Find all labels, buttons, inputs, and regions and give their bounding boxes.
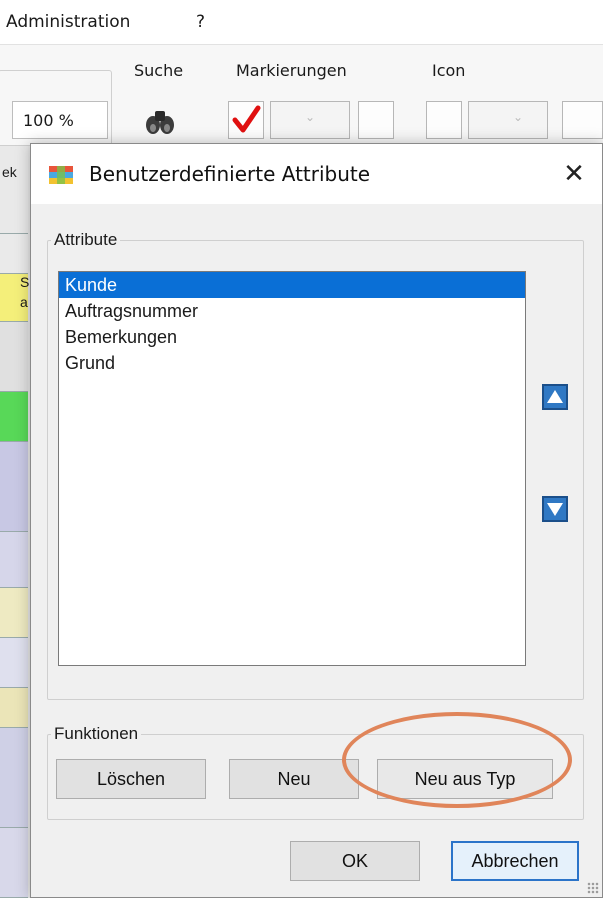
arrow-down-icon — [547, 503, 563, 516]
menu-help[interactable]: ? — [196, 12, 205, 32]
menu-bar: Administration ? — [0, 0, 603, 45]
functions-group-label: Funktionen — [51, 724, 142, 744]
close-icon[interactable]: ✕ — [554, 154, 594, 194]
chevron-down-icon: ⌄ — [513, 110, 524, 124]
cancel-button[interactable]: Abbrechen — [451, 841, 579, 881]
delete-button[interactable]: Löschen — [56, 759, 206, 799]
resize-grip-icon[interactable] — [587, 882, 599, 894]
chevron-down-icon: ⌄ — [305, 110, 316, 124]
strip-cell — [0, 442, 28, 532]
strip-cell — [0, 688, 28, 728]
ok-button[interactable]: OK — [290, 841, 420, 881]
strip-cell — [0, 638, 28, 688]
list-item[interactable]: Grund — [59, 350, 525, 376]
background-grid-strip: ek S a — [0, 146, 30, 898]
strip-cell — [0, 146, 28, 234]
strip-cell — [0, 828, 28, 898]
list-item[interactable]: Auftragsnummer — [59, 298, 525, 324]
new-from-type-button[interactable]: Neu aus Typ — [377, 759, 553, 799]
attributes-listbox[interactable]: Kunde Auftragsnummer Bemerkungen Grund — [58, 271, 526, 666]
checkmark-icon[interactable] — [228, 101, 264, 139]
strip-cell — [0, 322, 28, 392]
strip-text: a — [20, 294, 28, 310]
ribbon-toolbar: 100 % Suche Markierungen ⌄ Icon ⌄ — [0, 45, 603, 152]
strip-cell — [0, 234, 28, 274]
list-item[interactable]: Kunde — [59, 272, 525, 298]
dialog-titlebar[interactable]: Benutzerdefinierte Attribute ✕ — [31, 144, 602, 204]
markings-button-blank[interactable] — [358, 101, 394, 139]
list-item[interactable]: Bemerkungen — [59, 324, 525, 350]
markings-dropdown[interactable]: ⌄ — [270, 101, 350, 139]
ribbon-button-blank[interactable] — [562, 101, 603, 139]
zoom-field[interactable]: 100 % — [12, 101, 108, 139]
arrow-up-icon — [547, 390, 563, 403]
strip-text: ek — [2, 164, 17, 180]
icon-button-blank[interactable] — [426, 101, 462, 139]
ribbon-label-markings: Markierungen — [236, 61, 347, 80]
new-button[interactable]: Neu — [229, 759, 359, 799]
icon-dropdown[interactable]: ⌄ — [468, 101, 548, 139]
ribbon-label-icon: Icon — [432, 61, 466, 80]
strip-cell — [0, 532, 28, 588]
strip-text: S — [20, 274, 30, 290]
attributes-group-label: Attribute — [51, 230, 121, 250]
strip-cell — [0, 728, 28, 828]
move-up-button[interactable] — [542, 384, 568, 410]
app-icon — [49, 166, 73, 184]
dialog-title: Benutzerdefinierte Attribute — [89, 162, 371, 186]
ribbon-label-search: Suche — [134, 61, 184, 80]
menu-administration[interactable]: Administration — [6, 12, 130, 32]
custom-attributes-dialog: Benutzerdefinierte Attribute ✕ Attribute… — [30, 143, 603, 898]
strip-cell — [0, 392, 28, 442]
binoculars-icon[interactable] — [142, 101, 178, 139]
strip-cell — [0, 588, 28, 638]
move-down-button[interactable] — [542, 496, 568, 522]
